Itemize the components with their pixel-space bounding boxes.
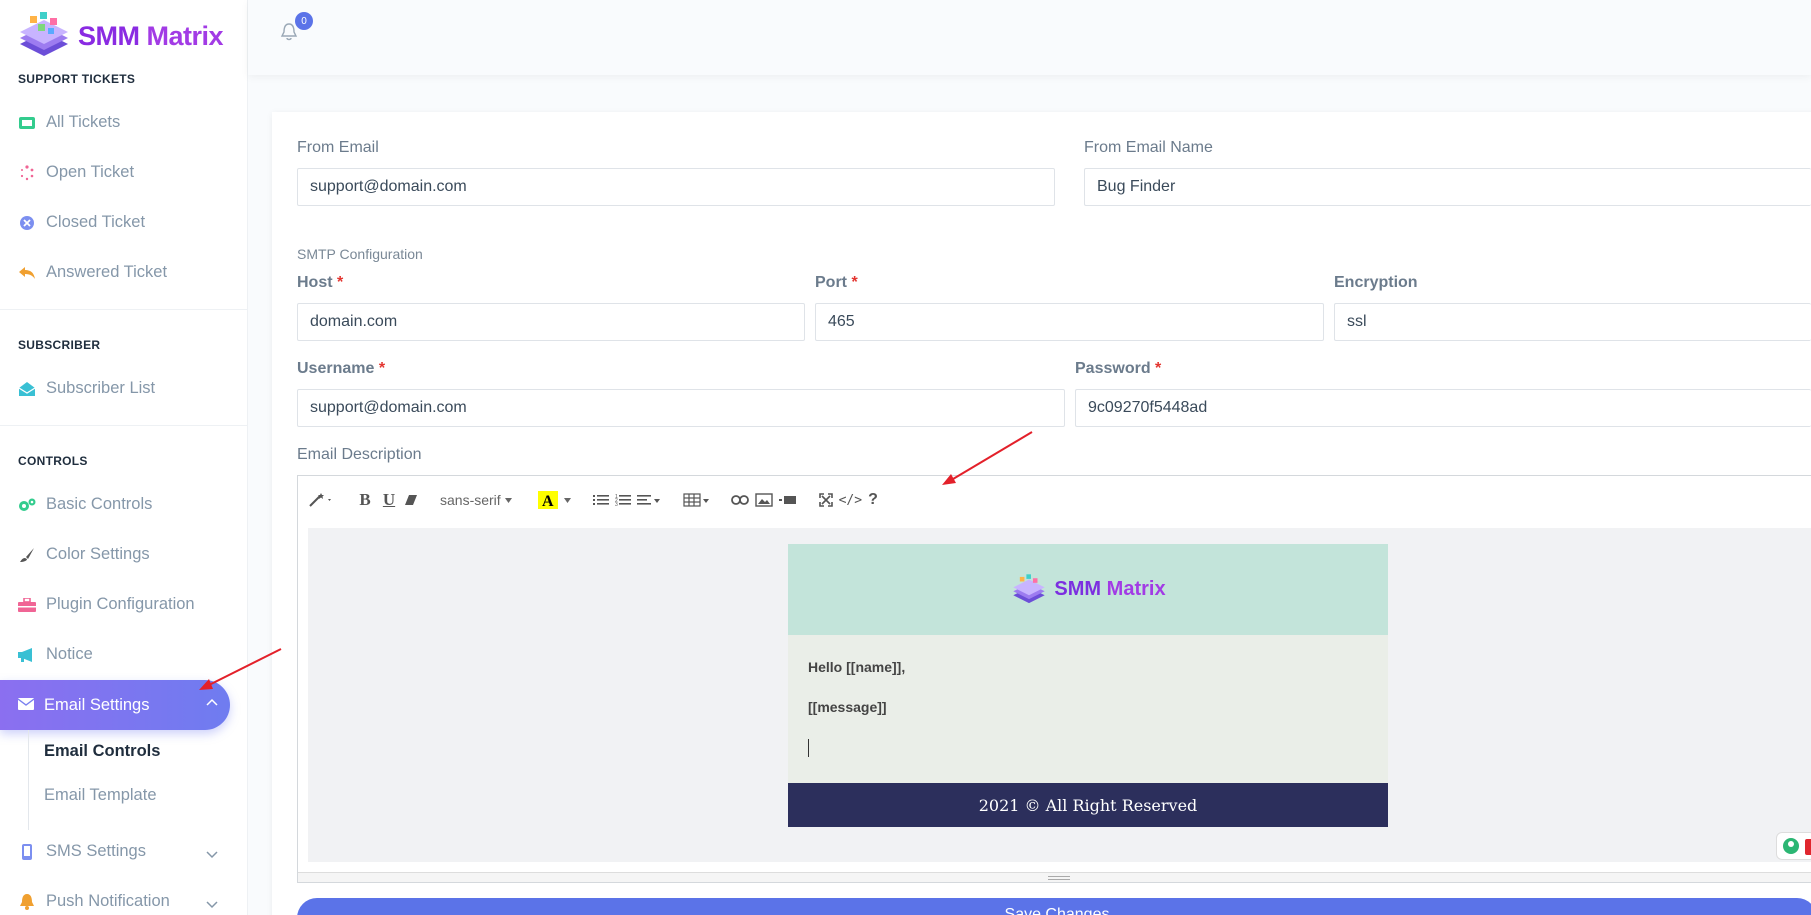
top-bar xyxy=(248,0,1811,75)
section-title-controls: CONTROLS xyxy=(18,454,88,468)
sidebar-item-answered-ticket[interactable]: Answered Ticket xyxy=(18,263,167,282)
encryption-label: Encryption xyxy=(1334,274,1418,291)
save-changes-button[interactable]: Save Changes xyxy=(297,898,1811,915)
sidebar-item-notice[interactable]: Notice xyxy=(18,645,93,664)
email-logo-icon xyxy=(1013,573,1046,603)
image-icon[interactable] xyxy=(754,487,773,513)
section-title-support: SUPPORT TICKETS xyxy=(18,72,136,86)
font-family-dropdown[interactable]: sans-serif xyxy=(440,487,512,513)
logo-icon xyxy=(20,12,68,56)
email-footer: 2021 © All Right Reserved xyxy=(788,783,1388,827)
sidebar-divider xyxy=(0,425,247,426)
chevron-down-icon xyxy=(206,896,218,914)
notification-bell-icon[interactable] xyxy=(280,22,298,47)
envelope-icon xyxy=(17,696,35,715)
brand-name: SMM Matrix xyxy=(78,20,224,51)
from-email-name-label: From Email Name xyxy=(1084,139,1213,156)
brand-logo[interactable]: SMM Matrix xyxy=(16,10,224,62)
host-label: Host * xyxy=(297,274,344,291)
email-body[interactable]: Hello [[name]], [[message]] xyxy=(788,635,1388,783)
host-field[interactable]: domain.com xyxy=(297,303,805,341)
username-label: Username * xyxy=(297,360,386,377)
editor-content-area[interactable]: SMM Matrix Hello [[name]], [[message]] 2… xyxy=(308,528,1811,862)
chevron-down-icon xyxy=(206,846,218,864)
smtp-config-title: SMTP Configuration xyxy=(297,246,423,262)
megaphone-icon xyxy=(18,646,36,664)
eraser-icon[interactable] xyxy=(404,487,418,513)
email-greeting: Hello [[name]], xyxy=(808,659,906,675)
password-label: Password * xyxy=(1075,360,1162,377)
sidebar-divider xyxy=(0,309,247,310)
toolbox-icon xyxy=(18,596,36,614)
table-icon[interactable] xyxy=(682,487,709,513)
port-field[interactable]: 465 xyxy=(815,303,1324,341)
sidebar-item-sms-settings[interactable]: SMS Settings xyxy=(18,842,146,861)
paint-brush-icon xyxy=(18,546,36,564)
bell-icon xyxy=(18,893,36,911)
email-message-placeholder: [[message]] xyxy=(808,699,887,715)
email-header: SMM Matrix xyxy=(788,544,1388,635)
from-email-field[interactable]: support@domain.com xyxy=(297,168,1055,206)
ordered-list-icon[interactable]: 123 xyxy=(615,487,631,513)
email-brand-name: SMM Matrix xyxy=(1054,578,1166,600)
magic-style-icon[interactable] xyxy=(308,487,334,513)
floating-extension-icons[interactable] xyxy=(1776,832,1811,860)
sidebar-item-plugin-configuration[interactable]: Plugin Configuration xyxy=(18,595,195,614)
fullscreen-icon[interactable] xyxy=(818,487,833,513)
mobile-icon xyxy=(18,843,36,861)
text-caret xyxy=(808,739,809,757)
code-view-icon[interactable]: </> xyxy=(839,487,862,513)
email-description-label: Email Description xyxy=(297,446,422,463)
editor-toolbar: B U sans-serif A 123 </> ? xyxy=(298,476,1811,524)
chevron-up-icon xyxy=(206,692,218,711)
spinner-icon xyxy=(18,164,36,182)
password-field[interactable]: 9c09270f5448ad xyxy=(1075,389,1811,427)
email-template-preview: SMM Matrix Hello [[name]], [[message]] 2… xyxy=(788,544,1388,827)
sidebar-item-basic-controls[interactable]: Basic Controls xyxy=(18,495,152,514)
notification-count-badge: 0 xyxy=(295,12,313,30)
from-email-name-field[interactable]: Bug Finder xyxy=(1084,168,1811,206)
sidebar: SMM Matrix SUPPORT TICKETS All Tickets O… xyxy=(0,0,248,915)
lightbulb-icon xyxy=(1783,838,1811,855)
reply-icon xyxy=(18,264,36,282)
svg-text:3: 3 xyxy=(615,502,618,507)
sidebar-item-email-settings[interactable]: Email Settings xyxy=(0,680,230,730)
sidebar-subitem-email-template[interactable]: Email Template xyxy=(44,786,157,805)
times-circle-icon xyxy=(18,214,36,232)
text-color-icon[interactable]: A xyxy=(537,487,558,513)
sidebar-item-open-ticket[interactable]: Open Ticket xyxy=(18,163,134,182)
sidebar-item-subscriber-list[interactable]: Subscriber List xyxy=(18,379,155,398)
section-title-subscriber: SUBSCRIBER xyxy=(18,338,101,352)
underline-icon[interactable]: U xyxy=(380,487,398,513)
gears-icon xyxy=(18,496,36,514)
port-label: Port * xyxy=(815,274,858,291)
bold-icon[interactable]: B xyxy=(356,487,374,513)
sidebar-subitem-email-controls[interactable]: Email Controls xyxy=(44,742,160,761)
editor-resize-handle[interactable] xyxy=(298,872,1811,882)
sidebar-item-push-notification[interactable]: Push Notification xyxy=(18,892,170,911)
rich-text-editor[interactable]: B U sans-serif A 123 </> ? SMM Matrix He… xyxy=(297,475,1811,883)
svg-text:A: A xyxy=(542,493,554,509)
video-icon[interactable] xyxy=(778,487,797,513)
from-email-label: From Email xyxy=(297,139,379,156)
ticket-icon xyxy=(18,114,36,132)
username-field[interactable]: support@domain.com xyxy=(297,389,1065,427)
help-icon[interactable]: ? xyxy=(868,487,878,513)
sidebar-item-color-settings[interactable]: Color Settings xyxy=(18,545,150,564)
sidebar-item-closed-ticket[interactable]: Closed Ticket xyxy=(18,213,145,232)
submenu-line xyxy=(28,730,29,830)
align-dropdown-icon[interactable] xyxy=(636,487,661,513)
encryption-field[interactable]: ssl xyxy=(1334,303,1811,341)
unordered-list-icon[interactable] xyxy=(592,487,609,513)
link-icon[interactable] xyxy=(730,487,749,513)
envelope-open-icon xyxy=(18,380,36,398)
sidebar-item-all-tickets[interactable]: All Tickets xyxy=(18,113,120,132)
color-dropdown-icon[interactable] xyxy=(563,487,571,513)
